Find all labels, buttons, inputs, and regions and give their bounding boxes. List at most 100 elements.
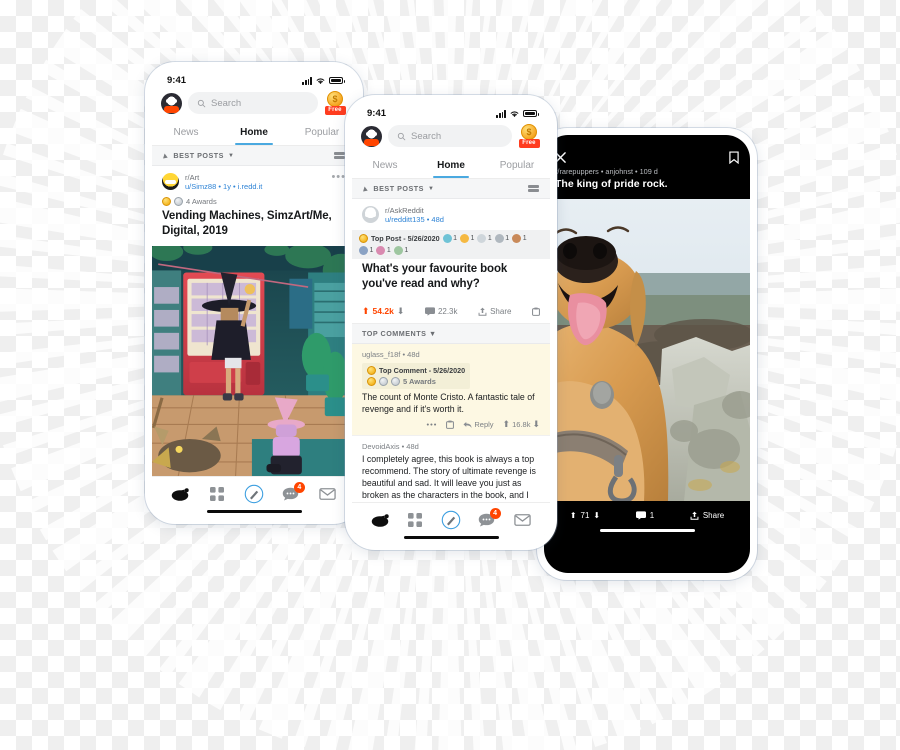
comment-votes: 16.8k	[512, 420, 531, 430]
nav-discover-grid[interactable]	[204, 484, 230, 504]
upvote-arrow-icon[interactable]: ⬆	[362, 306, 370, 317]
comment-overflow-menu[interactable]: •••	[426, 420, 437, 429]
platinum-award-icon	[391, 376, 400, 386]
save-icon	[446, 420, 455, 430]
nav-chat[interactable]: 4	[278, 481, 305, 504]
phone1-status-bar: 9:41	[152, 69, 356, 89]
award-icon	[494, 233, 504, 243]
award-count: 1	[505, 234, 510, 242]
phone2-sort-bar: ▲ BEST POSTS ▼	[352, 179, 550, 199]
upvote-arrow-icon[interactable]: ⬆	[570, 511, 577, 520]
phone3-screen: r/rarepuppers • anjohnst • 109 d The kin…	[544, 135, 750, 573]
post-score: 54.2k	[372, 306, 394, 317]
post-comment-count: 22.3k	[437, 306, 458, 316]
tab-popular[interactable]: Popular	[484, 155, 550, 178]
downvote-arrow-icon[interactable]: ⬇	[397, 306, 405, 317]
top-post-label: Top Post - 5/26/2020	[371, 233, 440, 243]
search-input[interactable]: Search	[188, 92, 318, 114]
bookmark-icon[interactable]	[729, 151, 739, 164]
nav-inbox[interactable]	[509, 510, 535, 530]
share-button[interactable]: Share	[478, 307, 511, 316]
post-title[interactable]: What's your favourite book you've read a…	[362, 262, 540, 292]
vote-group[interactable]: ⬆ 54.2k ⬇	[362, 306, 404, 317]
phone1-post: r/Art u/Simz88 • 1y • i.redd.it ••• 4 Aw…	[152, 166, 356, 239]
phones-stage: 9:41 Search $ Free News Home Popular ▲ B…	[0, 0, 900, 645]
phone1-sort-bar: ▲ BEST POSTS ▼	[152, 146, 356, 166]
nav-create-post[interactable]	[241, 484, 267, 504]
phone-mockup-2: 9:41 Search $ Free News Home Popular ▲ B…	[345, 95, 557, 550]
comment-author[interactable]: uglass_f18f • 48d	[362, 350, 540, 359]
comment-reply-button[interactable]: Reply	[463, 420, 494, 429]
tab-home[interactable]: Home	[418, 155, 484, 178]
comment-author[interactable]: DevoidAxis • 48d	[362, 442, 540, 451]
post-overflow-menu[interactable]: •••	[331, 172, 346, 183]
upvote-arrow-icon[interactable]: ⬆	[503, 419, 511, 430]
search-input[interactable]: Search	[388, 125, 512, 147]
top-comment-badge-box: Top Comment - 5/26/2020 5 Awards	[362, 362, 471, 389]
post-top-awards-row: Top Post - 5/26/2020 1 1 1 1 1 1 1 1	[352, 229, 550, 259]
award-count: 1	[369, 246, 374, 254]
post-title[interactable]: The king of pride rock.	[544, 176, 750, 199]
comment-vote-group[interactable]: ⬆ 16.8k ⬇	[503, 419, 540, 430]
user-avatar[interactable]	[161, 92, 182, 114]
comment-body: The count of Monte Cristo. A fantastic t…	[362, 391, 535, 414]
nav-inbox[interactable]	[315, 484, 341, 504]
top-comment-label: Top Comment - 5/26/2020	[379, 365, 466, 375]
downvote-arrow-icon[interactable]: ⬇	[593, 511, 600, 520]
chevron-down-icon: ▼	[428, 328, 437, 338]
user-avatar[interactable]	[361, 125, 382, 147]
award-count: 1	[453, 234, 457, 242]
phone2-screen: 9:41 Search $ Free News Home Popular ▲ B…	[352, 102, 550, 543]
share-button[interactable]: Share	[690, 511, 724, 520]
top-comments-header[interactable]: TOP COMMENTS ▼	[352, 323, 550, 344]
subreddit-avatar	[362, 206, 379, 223]
comment-item-top: uglass_f18f • 48d Top Comment - 5/26/202…	[352, 343, 550, 437]
reddit-alien-icon	[172, 487, 190, 501]
post-comment-count: 1	[649, 510, 655, 520]
home-indicator	[599, 528, 695, 533]
comment-save-button[interactable]	[446, 420, 455, 430]
card-view-icon[interactable]	[528, 184, 539, 193]
award-count: 1	[522, 234, 527, 242]
tab-news[interactable]: News	[152, 122, 220, 145]
post-title[interactable]: Vending Machines, SimzArt/Me, Digital, 2…	[162, 209, 346, 239]
tab-news[interactable]: News	[352, 155, 418, 178]
tab-home[interactable]: Home	[220, 122, 288, 145]
phone2-post: r/AskReddit u/redditt135 • 48d Top Post …	[352, 199, 550, 292]
nav-create-post[interactable]	[438, 510, 464, 530]
award-icon	[477, 233, 487, 243]
save-icon	[532, 307, 540, 316]
nav-chat[interactable]: 4	[474, 507, 501, 530]
vote-group[interactable]: ⬆ 71 ⬇	[570, 511, 600, 520]
share-icon	[690, 511, 699, 520]
battery-icon	[329, 77, 345, 84]
card-view-icon[interactable]	[334, 151, 345, 160]
sort-selector[interactable]: ▲ BEST POSTS ▼	[160, 150, 234, 160]
phone2-bottom-nav: 4	[352, 501, 550, 543]
grid-squares-icon	[210, 486, 225, 501]
sort-selector[interactable]: ▲ BEST POSTS ▼	[360, 183, 434, 193]
nav-home-reddit[interactable]	[167, 484, 193, 504]
wifi-icon	[316, 78, 325, 85]
nav-discover-grid[interactable]	[402, 510, 428, 530]
search-icon	[397, 132, 406, 140]
awards-label: 4 Awards	[186, 196, 217, 206]
nav-home-reddit[interactable]	[367, 510, 393, 530]
award-icon	[393, 245, 403, 255]
coin-free-badge[interactable]: Free	[518, 124, 540, 148]
post-image[interactable]	[544, 198, 750, 501]
phone3-actions: ⬆ 71 ⬇ 1 Share	[544, 501, 750, 522]
post-subreddit[interactable]: r/AskReddit	[385, 206, 540, 215]
phone-mockup-1: 9:41 Search $ Free News Home Popular ▲ B…	[145, 62, 363, 524]
battery-icon	[523, 110, 539, 117]
phone3-top-bar	[544, 135, 750, 167]
save-button[interactable]	[532, 307, 540, 316]
comment-count-group[interactable]: 1	[635, 510, 655, 520]
downvote-arrow-icon[interactable]: ⬇	[532, 419, 540, 430]
post-subreddit[interactable]: r/Art	[185, 173, 325, 182]
post-image[interactable]	[152, 245, 356, 478]
comment-count-group[interactable]: 22.3k	[424, 306, 458, 316]
phone1-bottom-nav: 4	[152, 475, 356, 517]
post-byline: r/rarepuppers • anjohnst • 109 d	[555, 167, 658, 176]
coin-free-badge[interactable]: Free	[324, 91, 346, 115]
